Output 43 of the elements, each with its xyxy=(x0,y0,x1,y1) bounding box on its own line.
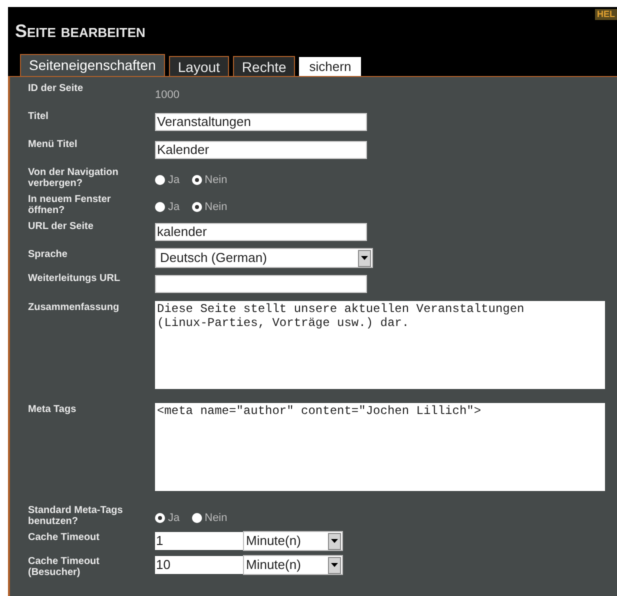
text-area[interactable]: <meta name="author" content="Jochen Lillich"> xyxy=(155,403,605,491)
radio-label: Nein xyxy=(204,173,228,188)
radio-label: Nein xyxy=(204,200,228,215)
tab[interactable]: Layout xyxy=(168,56,229,76)
text-field[interactable]: Veranstaltungen xyxy=(155,112,367,131)
radio-button[interactable] xyxy=(155,513,165,524)
radio-button[interactable] xyxy=(192,202,202,212)
number-field[interactable]: 10 xyxy=(155,556,243,574)
unit-dropdown[interactable]: Minute(n) xyxy=(243,531,343,551)
field-label: In neuem Fenster öffnen? xyxy=(28,193,112,216)
field-label: Menü Titel xyxy=(28,138,78,152)
field-label: Cache Timeout xyxy=(28,531,100,545)
radio-button[interactable] xyxy=(192,175,202,186)
unit-dropdown[interactable]: Minute(n) xyxy=(243,555,343,575)
field-label: Titel xyxy=(28,110,50,124)
text-field[interactable] xyxy=(155,274,367,293)
radio-label: Nein xyxy=(204,511,228,526)
field-label: Standard Meta-Tags benutzen? xyxy=(28,504,124,527)
radio-button[interactable] xyxy=(155,175,165,186)
tab[interactable]: Seiteneigenschaften xyxy=(20,54,165,76)
radio-label: Ja xyxy=(168,511,180,526)
field-label: Sprache xyxy=(28,248,68,262)
help-label[interactable]: HEL xyxy=(595,9,617,20)
text-field[interactable]: kalender xyxy=(155,222,367,241)
page-title: Seite bearbeiten xyxy=(14,20,146,42)
save-button[interactable]: sichern xyxy=(299,57,362,76)
radio-button[interactable] xyxy=(155,202,165,212)
field-label: Cache Timeout (Besucher) xyxy=(28,555,100,578)
field-label: Weiterleitungs URL xyxy=(28,272,122,286)
tab[interactable]: Rechte xyxy=(232,56,296,76)
text-field[interactable]: Kalender xyxy=(155,140,367,159)
field-label: ID der Seite xyxy=(28,82,84,96)
language-dropdown[interactable]: Deutsch (German) xyxy=(155,248,373,268)
field-label: Zusammenfassung xyxy=(28,301,120,315)
number-field[interactable]: 1 xyxy=(155,532,243,550)
field-label: Von der Navigation verbergen? xyxy=(28,166,120,189)
radio-label: Ja xyxy=(168,200,180,215)
field-label: URL der Seite xyxy=(28,220,94,234)
field-value: 1000 xyxy=(155,89,180,101)
radio-label: Ja xyxy=(168,173,180,188)
text-area[interactable]: Diese Seite stellt unsere aktuellen Veranstaltungen (Linux-Parties, Vorträge usw.) dar. xyxy=(155,301,605,389)
field-label: Meta Tags xyxy=(28,403,78,417)
radio-button[interactable] xyxy=(192,513,202,524)
